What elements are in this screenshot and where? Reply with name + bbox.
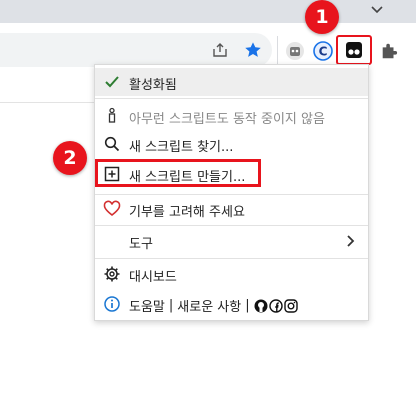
no-scripts-label: 아무런 스크립트도 동작 중이지 않음	[129, 112, 325, 127]
toolbar-divider	[277, 36, 278, 64]
check-icon	[105, 76, 119, 88]
tab-strip	[0, 0, 416, 23]
menu-separator	[95, 194, 368, 195]
help-links: 도움말 | 새로운 사항 |	[129, 296, 299, 315]
step-badge-1: 1	[305, 0, 339, 34]
instagram-icon[interactable]	[283, 298, 298, 313]
extension-popup-menu: 활성화됨 아무런 스크립트도 동작 중이지 않음 새 스크립트 찾기... 새 …	[94, 64, 369, 321]
menu-item-dashboard[interactable]: 대시보드	[95, 261, 368, 287]
search-icon	[104, 136, 120, 152]
menu-item-help: 도움말 | 새로운 사항 |	[95, 291, 368, 317]
c-extension-icon[interactable]: C	[313, 41, 333, 61]
step-badge-2: 2	[53, 141, 87, 175]
chevron-right-icon	[347, 235, 355, 247]
annotation-highlight-box	[95, 159, 261, 187]
pipe-separator: |	[168, 298, 174, 313]
find-script-label: 새 스크립트 찾기...	[129, 140, 234, 155]
menu-item-find-script[interactable]: 새 스크립트 찾기...	[95, 131, 368, 157]
heart-icon	[103, 200, 121, 217]
help-link[interactable]: 도움말	[129, 296, 165, 315]
extensions-puzzle-icon[interactable]	[380, 42, 398, 60]
tampermonkey-extension-button[interactable]	[336, 35, 372, 65]
changelog-link[interactable]: 새로운 사항	[177, 296, 241, 315]
info-small-icon	[108, 107, 116, 123]
pipe-separator: |	[245, 298, 250, 313]
gear-icon	[104, 266, 120, 282]
dashboard-label: 대시보드	[129, 270, 177, 285]
info-icon	[104, 296, 120, 312]
enabled-label: 활성화됨	[129, 78, 177, 93]
chevron-down-icon[interactable]	[369, 3, 385, 17]
facebook-icon[interactable]	[268, 298, 283, 313]
menu-separator	[95, 225, 368, 226]
utilities-label: 도구	[129, 237, 153, 252]
address-bar[interactable]	[0, 33, 272, 67]
tampermonkey-icon	[346, 42, 362, 58]
menu-item-donate[interactable]: 기부를 고려해 주세요	[95, 196, 368, 222]
menu-item-no-scripts: 아무런 스크립트도 동작 중이지 않음	[95, 103, 368, 129]
page-divider	[0, 102, 94, 103]
robot-extension-icon[interactable]	[285, 41, 305, 61]
menu-item-utilities[interactable]: 도구	[95, 228, 368, 254]
svg-text:C: C	[319, 45, 328, 59]
github-icon[interactable]	[254, 299, 268, 313]
menu-item-enabled[interactable]: 활성화됨	[95, 68, 368, 96]
share-icon[interactable]	[212, 42, 228, 58]
menu-separator	[95, 258, 368, 259]
donate-label: 기부를 고려해 주세요	[129, 205, 245, 220]
menu-separator	[95, 98, 368, 99]
bookmark-star-icon[interactable]	[244, 41, 262, 59]
